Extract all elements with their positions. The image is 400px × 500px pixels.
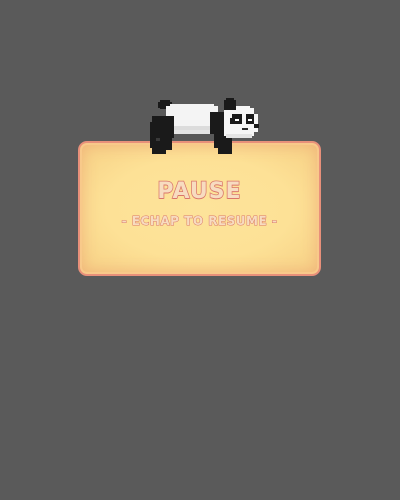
- panda-arm: [210, 112, 226, 134]
- panda-nose: [254, 124, 259, 128]
- pause-panel: PAUSE - ECHAP TO RESUME -: [78, 141, 321, 276]
- resume-hint: - ECHAP TO RESUME -: [121, 214, 278, 229]
- pause-title: PAUSE: [157, 178, 242, 205]
- pause-screen: PAUSE - ECHAP TO RESUME -: [0, 0, 400, 500]
- sleeping-panda-icon: [150, 98, 259, 154]
